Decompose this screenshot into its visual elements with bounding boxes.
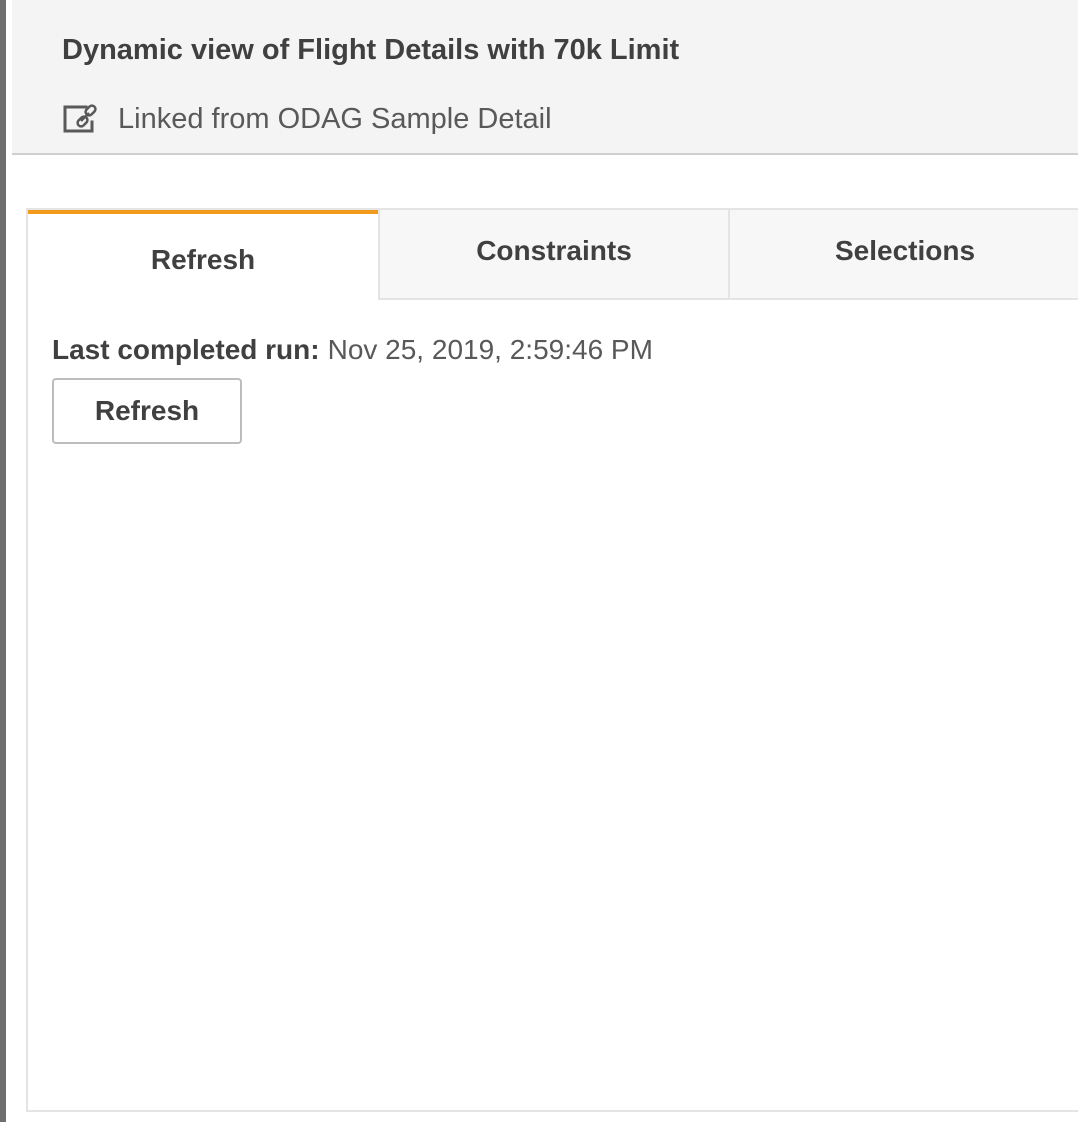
tab-refresh[interactable]: Refresh <box>28 210 378 300</box>
linked-source-row: Linked from ODAG Sample Detail <box>62 102 552 136</box>
app-frame: Dynamic view of Flight Details with 70k … <box>0 0 1078 1122</box>
details-panel: Refresh Constraints Selections Last comp… <box>26 208 1078 1112</box>
last-run-line: Last completed run: Nov 25, 2019, 2:59:46… <box>52 334 653 366</box>
refresh-button[interactable]: Refresh <box>52 378 242 444</box>
last-run-label: Last completed run: <box>52 334 320 365</box>
linked-source-label: Linked from ODAG Sample Detail <box>118 102 552 135</box>
tab-constraints[interactable]: Constraints <box>378 210 728 300</box>
last-run-value: Nov 25, 2019, 2:59:46 PM <box>327 334 653 365</box>
tab-selections[interactable]: Selections <box>728 210 1078 300</box>
page-title: Dynamic view of Flight Details with 70k … <box>62 34 680 66</box>
tab-bar: Refresh Constraints Selections <box>28 210 1078 300</box>
link-icon <box>62 104 100 134</box>
header: Dynamic view of Flight Details with 70k … <box>12 0 1078 155</box>
